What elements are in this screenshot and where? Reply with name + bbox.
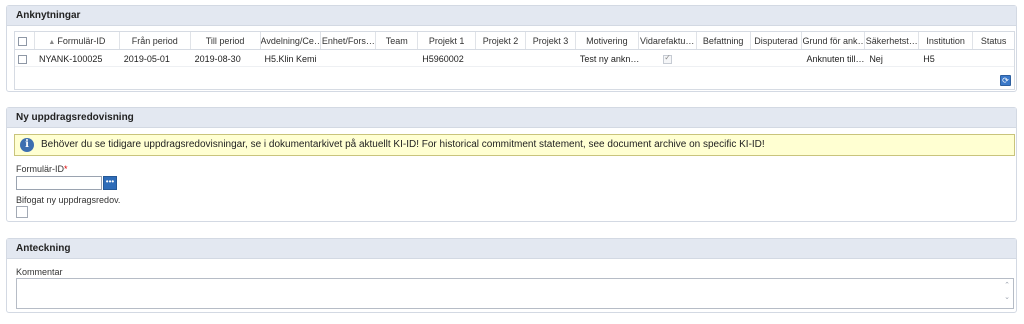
ny-uppdragsredovisning-panel: Ny uppdragsredovisning i Behöver du se t… bbox=[6, 107, 1017, 222]
table-cell bbox=[973, 50, 1014, 66]
grid-body: NYANK-100025 2019-05-01 2019-08-30 H5.Klin … bbox=[15, 50, 1014, 67]
checkbox-icon[interactable] bbox=[18, 55, 27, 65]
select-all-checkbox[interactable] bbox=[15, 32, 35, 49]
table-cell bbox=[321, 50, 376, 66]
column-header[interactable]: Från period bbox=[120, 32, 191, 49]
comment-label: Kommentar bbox=[16, 267, 63, 277]
column-header[interactable]: ▲ Formulär-ID bbox=[35, 32, 120, 49]
column-header-label: Till period bbox=[205, 36, 245, 46]
anknytningar-panel: Anknytningar ▲ Formulär-ID Från period Till… bbox=[6, 5, 1017, 92]
table-cell bbox=[697, 50, 751, 66]
column-header-label: Befattning bbox=[702, 36, 744, 46]
table-cell bbox=[751, 50, 803, 66]
table-row[interactable]: NYANK-100025 2019-05-01 2019-08-30 H5.Klin … bbox=[15, 50, 1014, 67]
column-header[interactable]: Grund för ank… bbox=[802, 32, 866, 49]
sort-asc-icon: ▲ bbox=[48, 39, 56, 46]
column-header[interactable]: Projekt 3 bbox=[526, 32, 576, 49]
table-cell: 2019-05-01 bbox=[123, 54, 170, 64]
table-cell: Anknuten till… bbox=[806, 54, 865, 64]
column-header-label: Enhet/Fors… bbox=[321, 36, 375, 46]
table-cell: Nej bbox=[869, 54, 883, 64]
grid-header: ▲ Formulär-ID Från period Till period Avdeln… bbox=[15, 32, 1014, 50]
table-cell bbox=[476, 50, 526, 66]
column-header-label: Vidarefaktu… bbox=[640, 36, 695, 46]
column-header[interactable]: Status bbox=[973, 32, 1014, 49]
column-header[interactable]: Befattning bbox=[697, 32, 751, 49]
column-header-label: Från period bbox=[131, 36, 178, 46]
column-header[interactable]: Projekt 1 bbox=[418, 32, 477, 49]
refresh-icon[interactable]: ⟳ bbox=[1000, 75, 1011, 86]
table-cell bbox=[526, 50, 576, 66]
table-cell-checkbox bbox=[639, 50, 697, 66]
comment-textarea[interactable]: ⌃ ⌄ bbox=[16, 278, 1014, 309]
panel-title: Ny uppdragsredovisning bbox=[7, 108, 1016, 128]
column-header[interactable]: Avdelning/Ce… bbox=[261, 32, 322, 49]
column-header[interactable]: Team bbox=[376, 32, 419, 49]
table-cell: H5 bbox=[923, 54, 935, 64]
column-header[interactable]: Enhet/Fors… bbox=[321, 32, 377, 49]
anknytningar-grid: ▲ Formulär-ID Från period Till period Avdeln… bbox=[14, 31, 1015, 90]
column-header-label: Institution bbox=[926, 36, 965, 46]
table-cell: Test ny ankn… bbox=[579, 54, 639, 64]
attach-label: Bifogat ny uppdragsredov. bbox=[16, 195, 121, 205]
column-header-label: Projekt 1 bbox=[428, 36, 465, 46]
table-cell: H5960002 bbox=[422, 54, 464, 64]
column-header-label: Team bbox=[385, 36, 408, 46]
table-cell: H5.Klin Kemi bbox=[264, 54, 317, 64]
column-header-label: Status bbox=[980, 36, 1007, 46]
checkmark-icon bbox=[663, 53, 673, 65]
column-header-label: Projekt 3 bbox=[532, 36, 569, 46]
panel-title: Anknytningar bbox=[7, 6, 1016, 26]
column-header-label: Disputerad bbox=[754, 36, 798, 46]
anteckning-panel: Anteckning Kommentar ⌃ ⌄ bbox=[6, 238, 1017, 313]
table-cell: 2019-08-30 bbox=[194, 54, 241, 64]
column-header-label: Motivering bbox=[586, 36, 628, 46]
column-header[interactable]: Projekt 2 bbox=[476, 32, 526, 49]
column-header-label: Formulär-ID bbox=[57, 36, 106, 46]
grid-footer: ⟳ bbox=[1000, 75, 1011, 86]
info-icon: i bbox=[20, 138, 34, 152]
column-header-label: Grund för ank… bbox=[802, 36, 866, 46]
row-checkbox[interactable] bbox=[15, 50, 35, 66]
checkbox-icon[interactable] bbox=[18, 37, 27, 47]
panel-title: Anteckning bbox=[7, 239, 1016, 259]
table-cell bbox=[376, 50, 418, 66]
column-header[interactable]: Disputerad bbox=[751, 32, 803, 49]
column-header[interactable]: Till period bbox=[191, 32, 261, 49]
info-text: Behöver du se tidigare uppdragsredovisni… bbox=[41, 139, 765, 150]
column-header-label: Avdelning/Ce… bbox=[260, 36, 322, 46]
attach-checkbox[interactable] bbox=[16, 206, 28, 218]
required-marker: * bbox=[64, 164, 68, 174]
form-id-label: Formulär-ID* bbox=[16, 164, 68, 174]
column-header[interactable]: Säkerhetst… bbox=[865, 32, 920, 49]
column-header[interactable]: Vidarefaktu… bbox=[639, 32, 697, 49]
lookup-button-icon[interactable]: ••• bbox=[103, 176, 117, 190]
column-header[interactable]: Institution bbox=[919, 32, 974, 49]
column-header-label: Projekt 2 bbox=[482, 36, 519, 46]
scrollbar[interactable]: ⌃ ⌄ bbox=[1002, 280, 1012, 307]
column-header[interactable]: Motivering bbox=[576, 32, 639, 49]
info-banner: i Behöver du se tidigare uppdragsredovis… bbox=[14, 134, 1015, 156]
column-header-label: Säkerhetst… bbox=[865, 36, 918, 46]
table-cell: NYANK-100025 bbox=[38, 54, 103, 64]
form-id-input[interactable] bbox=[16, 176, 102, 190]
